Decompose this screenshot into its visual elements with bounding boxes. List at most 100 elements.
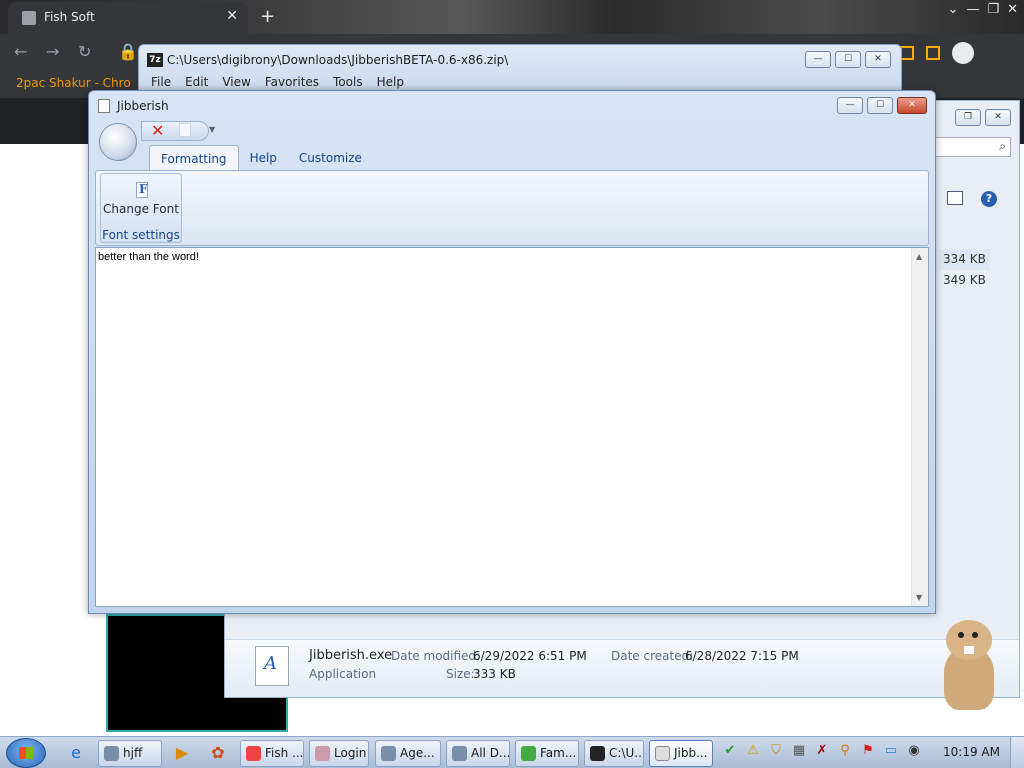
- show-desktop-button[interactable]: [1010, 737, 1024, 768]
- search-icon: ⌕: [999, 139, 1006, 153]
- application-menu-orb[interactable]: [99, 123, 137, 161]
- explorer-window-controls: ❐ ✕: [955, 109, 1011, 126]
- ribbon-panel: F Change Font Font settings: [95, 170, 929, 246]
- vertical-scrollbar[interactable]: ▲ ▼: [911, 248, 928, 606]
- close-document-icon[interactable]: ✕: [151, 121, 164, 140]
- taskbar-item[interactable]: All D...: [446, 740, 510, 767]
- menu-edit[interactable]: Edit: [185, 75, 208, 89]
- details-modified-label: Date modified:: [391, 649, 481, 663]
- change-font-label: Change Font: [103, 202, 179, 216]
- help-icon[interactable]: ?: [981, 191, 997, 207]
- flag-icon[interactable]: ⚑: [860, 743, 876, 759]
- browser-window-controls: ⌄ — ❐ ✕: [948, 2, 1018, 17]
- reload-icon[interactable]: ↻: [78, 42, 91, 61]
- explorer-restore-button[interactable]: ❐: [955, 109, 981, 126]
- sevenzip-title: C:\Users\digibrony\Downloads\JibberishBE…: [167, 53, 509, 67]
- chevron-down-icon[interactable]: ▼: [209, 125, 215, 134]
- sevenzip-menu-bar: File Edit View Favorites Tools Help: [151, 75, 404, 89]
- new-tab-button[interactable]: +: [260, 6, 275, 27]
- app-pinned-icon[interactable]: ✿: [206, 741, 230, 765]
- taskbar-item[interactable]: Jibb...: [649, 740, 713, 767]
- menu-view[interactable]: View: [222, 75, 250, 89]
- jibberish-title: Jibberish: [117, 99, 169, 113]
- system-tray: ✔ ⚠ ⛉ ▦ ✗ ⚲ ⚑ ▭ ◉: [722, 743, 922, 759]
- document-icon: [98, 99, 110, 113]
- restore-icon[interactable]: ❐: [987, 2, 999, 17]
- network-icon[interactable]: ▦: [791, 743, 807, 759]
- explorer-close-button[interactable]: ✕: [985, 109, 1011, 126]
- taskbar-item[interactable]: C:\U...: [584, 740, 644, 767]
- tab-customize[interactable]: Customize: [288, 145, 373, 171]
- profile-avatar-icon[interactable]: [952, 42, 974, 64]
- back-arrow-icon[interactable]: ←: [14, 42, 27, 61]
- preview-pane-icon[interactable]: [947, 191, 963, 205]
- warning-icon[interactable]: ⚠: [745, 743, 761, 759]
- browser-extensions: [900, 42, 974, 64]
- internet-explorer-icon[interactable]: e: [64, 741, 88, 765]
- taskbar-item[interactable]: Age...: [375, 740, 441, 767]
- browser-tab-title: Fish Soft: [44, 10, 95, 24]
- file-size-column: 334 KB 349 KB: [939, 249, 990, 291]
- close-button[interactable]: ✕: [897, 97, 927, 114]
- taskbar: e hjff ▶ ✿ Fish ... Login Age... All D..…: [0, 736, 1024, 768]
- tab-formatting[interactable]: Formatting: [149, 145, 239, 171]
- details-created-value: 6/28/2022 7:15 PM: [685, 649, 799, 663]
- tab-close-icon[interactable]: ✕: [226, 8, 238, 24]
- extension-icon[interactable]: [900, 46, 914, 60]
- shield-icon[interactable]: ⛉: [768, 743, 784, 759]
- search-icon[interactable]: ⚲: [837, 743, 853, 759]
- sevenzip-minimize-button[interactable]: —: [805, 51, 831, 68]
- lock-icon: 🔒: [118, 42, 138, 61]
- new-document-icon[interactable]: [179, 123, 191, 137]
- file-size-cell: 334 KB: [939, 249, 990, 270]
- details-created-label: Date created:: [611, 649, 694, 663]
- sevenzip-close-button[interactable]: ✕: [865, 51, 891, 68]
- taskbar-item[interactable]: Login: [309, 740, 369, 767]
- jibberish-window-controls: — ☐ ✕: [837, 97, 927, 114]
- volume-icon[interactable]: ◉: [906, 743, 922, 759]
- tool-icon[interactable]: ✗: [814, 743, 830, 759]
- minimize-icon[interactable]: —: [966, 2, 979, 17]
- taskbar-item[interactable]: Fam...: [515, 740, 579, 767]
- details-file-type: Application: [309, 667, 377, 681]
- details-size-value: 333 KB: [473, 667, 516, 681]
- bookmark-item[interactable]: 2pac Shakur - Chro: [16, 76, 131, 90]
- font-icon: F: [132, 180, 152, 202]
- maximize-button[interactable]: ☐: [867, 97, 893, 114]
- taskbar-item[interactable]: Fish ...: [240, 740, 304, 767]
- menu-file[interactable]: File: [151, 75, 171, 89]
- media-player-icon[interactable]: ▶: [170, 741, 194, 765]
- editor-content[interactable]: better than the word!: [98, 251, 199, 263]
- checkmark-icon[interactable]: ✔: [722, 743, 738, 759]
- tab-favicon-icon: [22, 11, 36, 25]
- tab-help[interactable]: Help: [239, 145, 288, 171]
- beaver-mascot-icon[interactable]: [930, 616, 1010, 716]
- scroll-down-arrow-icon[interactable]: ▼: [916, 593, 922, 602]
- clock[interactable]: 10:19 AM: [943, 745, 1000, 759]
- close-icon[interactable]: ✕: [1007, 2, 1018, 17]
- menu-favorites[interactable]: Favorites: [265, 75, 319, 89]
- display-icon[interactable]: ▭: [883, 743, 899, 759]
- details-modified-value: 6/29/2022 6:51 PM: [473, 649, 587, 663]
- details-pane: Jibberish.exe Application Date modified:…: [225, 639, 1019, 697]
- text-editor[interactable]: better than the word! ▲ ▼: [95, 247, 929, 607]
- browser-tab[interactable]: Fish Soft ✕: [8, 2, 248, 34]
- taskbar-item[interactable]: hjff: [98, 740, 162, 767]
- chevron-down-icon[interactable]: ⌄: [948, 2, 959, 17]
- sevenzip-window-controls: — ☐ ✕: [805, 51, 891, 68]
- jibberish-window: Jibberish — ☐ ✕ ✕ ▼ Formatting Help Cust…: [88, 90, 936, 614]
- file-size-cell: 349 KB: [943, 273, 986, 287]
- change-font-button[interactable]: F Change Font: [101, 174, 181, 228]
- menu-help[interactable]: Help: [377, 75, 404, 89]
- jibberish-titlebar[interactable]: Jibberish — ☐ ✕: [89, 91, 935, 121]
- file-type-icon: [255, 646, 289, 686]
- font-settings-group-label: Font settings: [102, 228, 180, 242]
- browser-tab-strip: Fish Soft ✕ + ⌄ — ❐ ✕: [0, 0, 1024, 34]
- sevenzip-maximize-button[interactable]: ☐: [835, 51, 861, 68]
- scroll-up-arrow-icon[interactable]: ▲: [916, 252, 922, 261]
- menu-tools[interactable]: Tools: [333, 75, 363, 89]
- forward-arrow-icon[interactable]: →: [46, 42, 59, 61]
- minimize-button[interactable]: —: [837, 97, 863, 114]
- sidepanel-icon[interactable]: [926, 46, 940, 60]
- start-button[interactable]: [6, 738, 46, 768]
